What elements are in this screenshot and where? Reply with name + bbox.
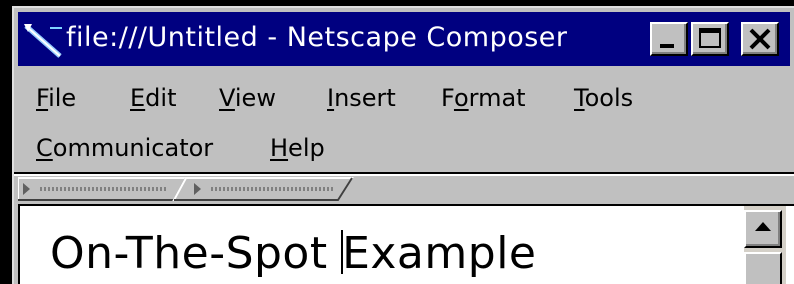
menu-tools[interactable]: Tools: [574, 76, 633, 120]
scroll-thumb[interactable]: [744, 252, 782, 284]
menu-communicator[interactable]: Communicator: [36, 126, 213, 170]
title-bar[interactable]: file:///Untitled - Netscape Composer: [18, 12, 790, 66]
text-caret: [341, 230, 344, 274]
scroll-up-button[interactable]: [744, 210, 782, 248]
scroll-up-arrow-icon: [755, 222, 771, 231]
minimize-icon: [660, 44, 674, 48]
menu-format[interactable]: Format: [441, 76, 526, 120]
maximize-button[interactable]: [691, 22, 729, 56]
menu-insert[interactable]: Insert: [327, 76, 396, 120]
close-button[interactable]: [741, 22, 779, 56]
collapsed-toolbar-tab-2[interactable]: [172, 177, 354, 201]
window-title: file:///Untitled - Netscape Composer: [66, 22, 568, 53]
collapsed-toolbar-tab-1[interactable]: [17, 177, 188, 201]
menu-file[interactable]: File: [36, 76, 76, 120]
menu-edit[interactable]: Edit: [130, 76, 176, 120]
document-editor[interactable]: On-The-Spot Example: [18, 204, 794, 284]
editor-text-before-caret: On-The-Spot: [50, 228, 343, 279]
maximize-icon: [699, 28, 721, 48]
editor-content[interactable]: On-The-Spot Example: [50, 224, 536, 284]
vertical-scrollbar[interactable]: [744, 206, 786, 284]
editor-text-after-caret: Example: [342, 228, 537, 279]
minimize-button[interactable]: [650, 22, 688, 56]
composer-window: file:///Untitled - Netscape Composer Fil…: [12, 6, 794, 284]
menu-view[interactable]: View: [219, 76, 276, 120]
netscape-composer-icon: [22, 20, 64, 60]
close-icon: [749, 28, 771, 50]
collapsed-toolbars: [17, 176, 378, 202]
menu-help[interactable]: Help: [270, 126, 325, 170]
